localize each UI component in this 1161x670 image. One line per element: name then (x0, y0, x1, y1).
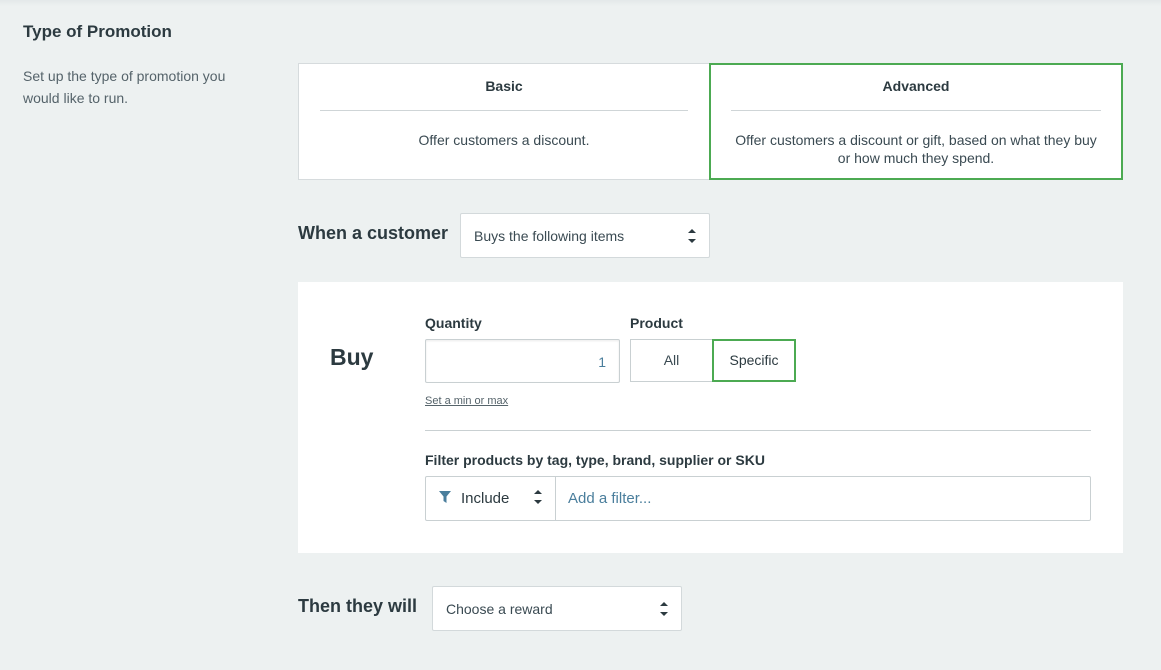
product-label: Product (630, 315, 683, 331)
sort-arrows-icon (688, 229, 696, 243)
basic-card-description: Offer customers a discount. (418, 132, 590, 148)
top-shadow (0, 0, 1161, 6)
product-specific-button[interactable]: Specific (712, 339, 796, 382)
promotion-type-selector: Basic Offer customers a discount. Advanc… (298, 63, 1123, 180)
reward-label: Then they will (298, 596, 418, 616)
filter-label: Filter products by tag, type, brand, sup… (425, 452, 765, 468)
quantity-value: 1 (598, 354, 606, 370)
filter-mode-value: Include (461, 490, 510, 507)
set-min-max-link[interactable]: Set a min or max (425, 395, 508, 407)
basic-card-title: Basic (320, 78, 688, 111)
section-title: Type of Promotion (23, 22, 172, 41)
add-filter-input[interactable]: Add a filter... (568, 490, 651, 507)
buy-panel: Buy Quantity 1 Product All Specific Set … (298, 282, 1123, 553)
product-all-button[interactable]: All (630, 339, 713, 382)
quantity-label: Quantity (425, 315, 482, 331)
promotion-settings-page: Type of Promotion Set up the type of pro… (0, 0, 1161, 670)
filter-mode-select[interactable]: Include (426, 477, 556, 520)
reward-select-value: Choose a reward (446, 601, 553, 617)
section-description: Set up the type of promotion you would l… (23, 68, 226, 106)
buy-heading: Buy (330, 344, 374, 370)
condition-select[interactable]: Buys the following items (460, 213, 710, 258)
promotion-type-advanced-card[interactable]: Advanced Offer customers a discount or g… (709, 63, 1123, 180)
sort-arrows-icon (534, 490, 542, 504)
condition-label: When a customer (298, 223, 449, 243)
condition-select-value: Buys the following items (474, 228, 625, 244)
filter-box: Include Add a filter... (425, 476, 1091, 521)
funnel-icon (439, 491, 451, 503)
sort-arrows-icon (660, 602, 668, 616)
advanced-card-description: Offer customers a discount or gift, base… (735, 132, 1097, 166)
promotion-type-basic-card[interactable]: Basic Offer customers a discount. (298, 63, 710, 180)
advanced-card-title: Advanced (731, 78, 1101, 111)
reward-select[interactable]: Choose a reward (432, 586, 682, 631)
quantity-input[interactable]: 1 (425, 339, 620, 383)
divider (425, 430, 1091, 431)
